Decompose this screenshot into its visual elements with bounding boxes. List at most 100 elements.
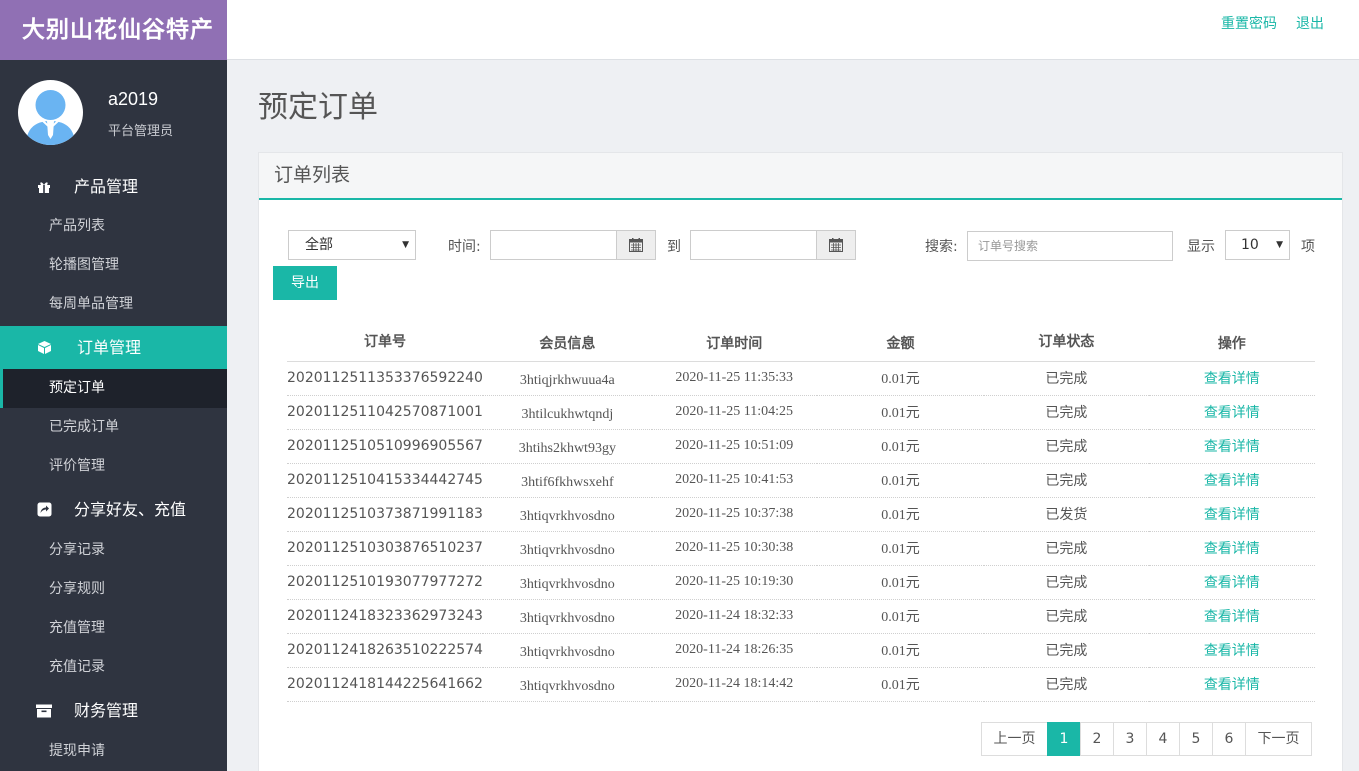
menu-section-label: 财务管理 [74, 701, 139, 720]
amount-cell: 0.01元 [816, 633, 985, 668]
order-number-cell: 2020112510373871991183 [287, 497, 483, 532]
order-status-cell: 已完成 [984, 599, 1149, 634]
search-label: 搜索: [925, 239, 958, 255]
view-details-link[interactable]: 查看详情 [1204, 405, 1260, 421]
order-time-cell: 2020-11-25 10:41:53 [651, 463, 817, 498]
order-number-cell: 2020112510193077977272 [287, 565, 483, 600]
order-status-cell: 已完成 [984, 531, 1149, 566]
order-status-cell: 已发货 [984, 497, 1149, 532]
amount-cell: 0.01元 [816, 395, 985, 430]
start-date-input[interactable] [490, 230, 656, 260]
order-number-cell: 2020112511042570871001 [287, 395, 483, 430]
amount-cell: 0.01元 [816, 361, 985, 396]
column-header-action: 操作 [1148, 326, 1315, 362]
end-date-input[interactable] [690, 230, 856, 260]
table-row: 2020112511353376592240 3htiqjrkhwuua4a 202… [287, 361, 1315, 396]
order-status-cell: 已完成 [984, 429, 1149, 464]
menu-section-label: 订单管理 [77, 338, 142, 357]
order-time-cell: 2020-11-24 18:14:42 [651, 667, 817, 702]
view-details-link[interactable]: 查看详情 [1204, 609, 1260, 625]
calendar-icon[interactable] [616, 231, 655, 259]
view-details-link[interactable]: 查看详情 [1204, 473, 1260, 489]
order-time-cell: 2020-11-25 11:35:33 [651, 361, 817, 396]
member-info-cell: 3htiqvrkhvosdno [482, 531, 652, 566]
order-number-cell: 2020112510303876510237 [287, 531, 483, 566]
view-details-link[interactable]: 查看详情 [1204, 677, 1260, 693]
order-number-cell: 2020112510510996905567 [287, 429, 483, 464]
view-details-link[interactable]: 查看详情 [1204, 371, 1260, 387]
page-size-value: 10 [1241, 237, 1259, 253]
amount-cell: 0.01元 [816, 497, 985, 532]
status-select[interactable]: 全部 ▼ [288, 230, 416, 260]
caret-down-icon: ▼ [402, 240, 409, 250]
user-role: 平台管理员 [108, 124, 174, 139]
order-time-cell: 2020-11-25 10:19:30 [651, 565, 817, 600]
member-info-cell: 3htiqjrkhwuua4a [482, 361, 652, 396]
column-header-order-time[interactable]: 订单时间 [651, 326, 817, 362]
column-header-order-no[interactable]: 订单号 [287, 326, 483, 362]
page-button-2[interactable]: 2 [1080, 722, 1114, 756]
order-number-cell: 2020112418323362973243 [287, 599, 483, 634]
member-info-cell: 3htihs2khwt93gy [482, 429, 652, 464]
sidebar-item-carousel[interactable]: 轮播图管理 [0, 246, 227, 285]
order-status-cell: 已完成 [984, 565, 1149, 600]
sidebar-item-completed-orders[interactable]: 已完成订单 [0, 408, 227, 447]
sidebar-item-weekly-product[interactable]: 每周单品管理 [0, 285, 227, 324]
column-header-status[interactable]: 订单状态 [984, 326, 1149, 362]
sidebar-item-share-rules[interactable]: 分享规则 [0, 570, 227, 609]
sidebar-item-withdraw[interactable]: 提现申请 [0, 732, 227, 771]
avatar [18, 80, 83, 145]
member-info-cell: 3htif6fkhwsxehf [482, 463, 652, 498]
sidebar-item-reviews[interactable]: 评价管理 [0, 447, 227, 486]
view-details-link[interactable]: 查看详情 [1204, 507, 1260, 523]
view-details-link[interactable]: 查看详情 [1204, 643, 1260, 659]
items-label: 项 [1301, 239, 1315, 255]
share-icon [36, 488, 52, 531]
next-page-button[interactable]: 下一页 [1245, 722, 1312, 756]
brand-logo: 大别山花仙谷特产 [0, 0, 227, 60]
status-select-value: 全部 [305, 237, 333, 253]
menu-section-finance[interactable]: 财务管理 [0, 689, 227, 732]
sidebar-item-product-list[interactable]: 产品列表 [0, 207, 227, 246]
table-header-row: 订单号 会员信息 订单时间 金额 订单状态 操作 [287, 326, 1315, 362]
page-button-4[interactable]: 4 [1146, 722, 1180, 756]
orders-table: 订单号 会员信息 订单时间 金额 订单状态 操作 202011251135337… [287, 326, 1315, 702]
table-row: 2020112511042570871001 3htilcukhwtqndj 202… [287, 395, 1315, 430]
sidebar-item-reserve-orders[interactable]: 预定订单 [0, 369, 227, 408]
order-time-cell: 2020-11-25 11:04:25 [651, 395, 817, 430]
caret-down-icon: ▼ [1276, 240, 1283, 250]
table-row: 2020112418263510222574 3htiqvrkhvosdno 202… [287, 633, 1315, 668]
menu-section-orders[interactable]: 订单管理 [0, 326, 227, 369]
page-button-6[interactable]: 6 [1212, 722, 1246, 756]
search-input[interactable]: 订单号搜索 [967, 231, 1173, 261]
view-details-link[interactable]: 查看详情 [1204, 439, 1260, 455]
export-button[interactable]: 导出 [273, 266, 337, 300]
sidebar-item-recharge-records[interactable]: 充值记录 [0, 648, 227, 687]
page-title: 预定订单 [258, 90, 378, 125]
menu-section-product[interactable]: 产品管理 [0, 165, 227, 208]
view-details-link[interactable]: 查看详情 [1204, 575, 1260, 591]
menu-section-label: 产品管理 [74, 177, 139, 196]
page-size-select[interactable]: 10 ▼ [1225, 230, 1290, 260]
member-info-cell: 3htiqvrkhvosdno [482, 667, 652, 702]
logout-link[interactable]: 退出 [1296, 13, 1324, 33]
menu-section-share[interactable]: 分享好友、充值 [0, 488, 227, 531]
reset-password-link[interactable]: 重置密码 [1221, 13, 1277, 33]
column-header-amount[interactable]: 金额 [816, 326, 985, 362]
column-header-member[interactable]: 会员信息 [482, 326, 652, 362]
member-info-cell: 3htiqvrkhvosdno [482, 497, 652, 532]
page-button-1[interactable]: 1 [1047, 722, 1081, 756]
member-info-cell: 3htilcukhwtqndj [482, 395, 652, 430]
page-button-3[interactable]: 3 [1113, 722, 1147, 756]
sidebar-item-recharge-manage[interactable]: 充值管理 [0, 609, 227, 648]
calendar-icon[interactable] [816, 231, 855, 259]
page-button-5[interactable]: 5 [1179, 722, 1213, 756]
action-cell: 查看详情 [1148, 565, 1315, 600]
amount-cell: 0.01元 [816, 429, 985, 464]
table-row: 2020112510415334442745 3htif6fkhwsxehf 202… [287, 463, 1315, 498]
action-cell: 查看详情 [1148, 395, 1315, 430]
table-row: 2020112418323362973243 3htiqvrkhvosdno 202… [287, 599, 1315, 634]
prev-page-button[interactable]: 上一页 [981, 722, 1048, 756]
view-details-link[interactable]: 查看详情 [1204, 541, 1260, 557]
sidebar-item-share-records[interactable]: 分享记录 [0, 531, 227, 570]
